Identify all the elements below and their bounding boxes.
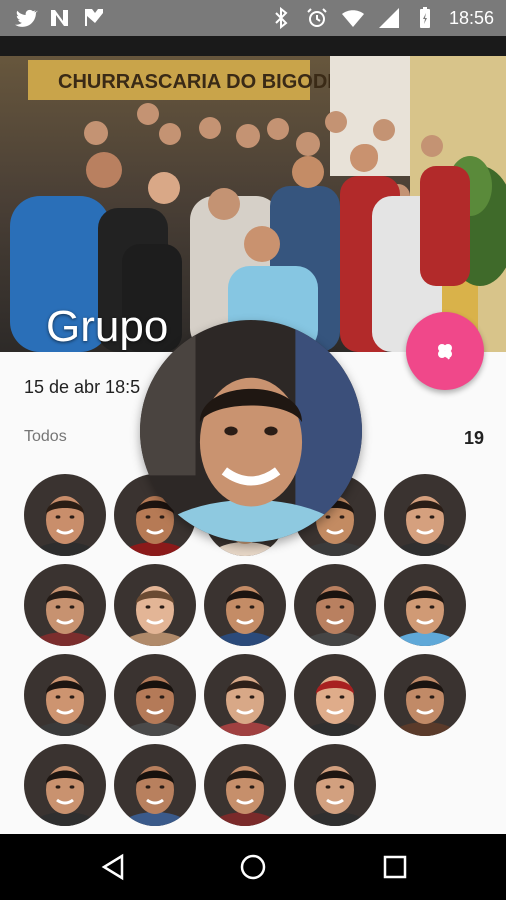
member-avatar[interactable] [204, 564, 286, 646]
bluetooth-icon [269, 6, 293, 30]
back-icon[interactable] [98, 852, 128, 882]
member-avatar[interactable] [114, 654, 196, 736]
twitter-icon [14, 6, 38, 30]
wifi-icon [341, 6, 365, 30]
member-avatar[interactable] [114, 564, 196, 646]
n-icon [48, 6, 72, 30]
member-avatar[interactable] [294, 564, 376, 646]
member-avatar-zoomed[interactable] [140, 320, 362, 542]
member-avatar[interactable] [384, 474, 466, 556]
member-avatar[interactable] [24, 654, 106, 736]
restaurant-sign: CHURRASCARIA DO BIGODE [58, 71, 341, 93]
alarm-icon [305, 6, 329, 30]
member-avatar[interactable] [384, 564, 466, 646]
member-avatar[interactable] [24, 564, 106, 646]
battery-icon [413, 6, 437, 30]
member-avatar[interactable] [204, 654, 286, 736]
navigation-bar [0, 834, 506, 900]
group-title: Grupo [46, 302, 169, 351]
member-avatar[interactable] [384, 654, 466, 736]
signal-icon [377, 6, 401, 30]
member-avatar[interactable] [294, 744, 376, 826]
status-bar: 18:56 [0, 0, 506, 36]
event-date: 15 de abr 18:5 [24, 377, 141, 397]
member-avatar[interactable] [114, 744, 196, 826]
clover-icon [433, 339, 457, 363]
recents-icon[interactable] [380, 852, 410, 882]
tasks-icon [82, 6, 106, 30]
members-count: 19 [463, 428, 484, 448]
member-avatar[interactable] [24, 474, 106, 556]
member-avatar[interactable] [204, 744, 286, 826]
home-icon[interactable] [238, 852, 268, 882]
members-section-label: Todos [24, 428, 67, 445]
member-avatar[interactable] [294, 654, 376, 736]
group-cover-photo: CHURRASCARIA DO BIGODE Grupo [0, 36, 506, 352]
status-time: 18:56 [448, 7, 494, 28]
clover-fab-button[interactable] [406, 312, 484, 390]
member-avatar[interactable] [24, 744, 106, 826]
